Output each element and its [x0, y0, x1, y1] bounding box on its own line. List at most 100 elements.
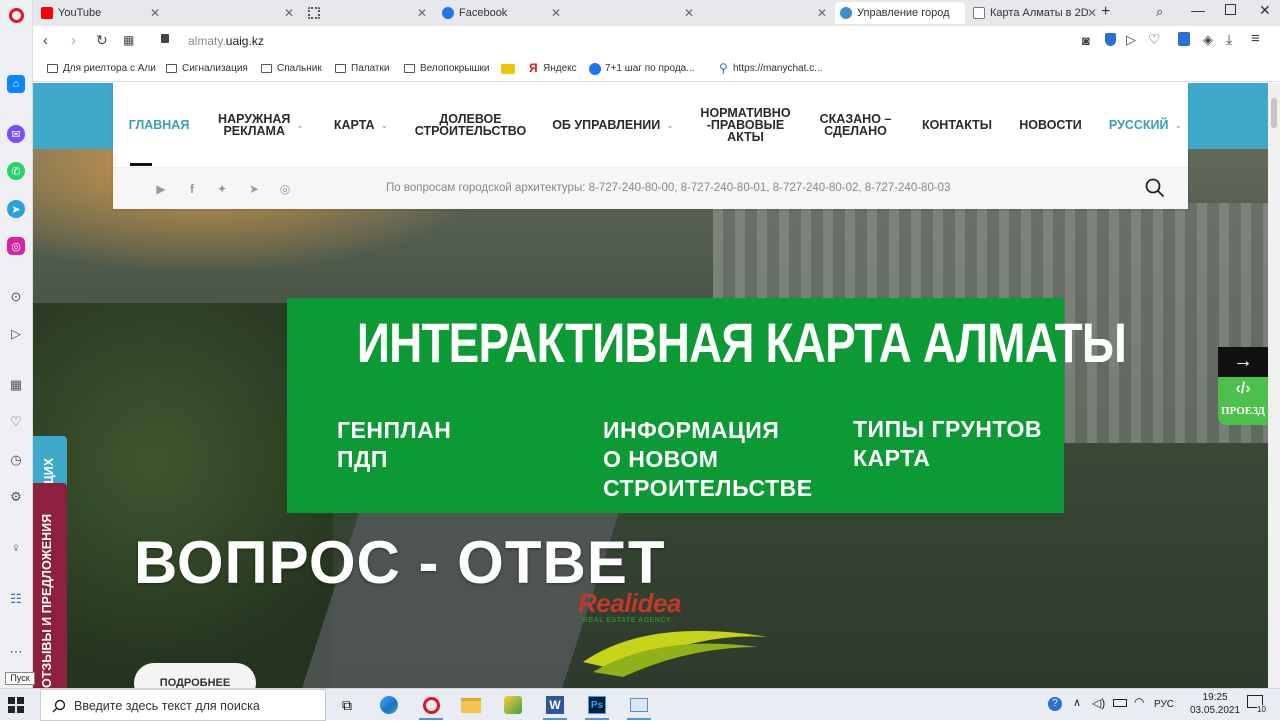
- whatsapp-icon[interactable]: ✆: [7, 162, 25, 180]
- heart-icon[interactable]: ♡: [8, 414, 24, 430]
- nav-home[interactable]: ГЛАВНАЯ: [123, 83, 195, 167]
- facebook-icon[interactable]: f: [184, 181, 200, 197]
- menu-icon[interactable]: ≡: [1251, 30, 1260, 47]
- url-field[interactable]: almaty.uaig.kz: [188, 34, 264, 48]
- bookmark-folder[interactable]: Спальник: [261, 62, 322, 76]
- tab-grid[interactable]: ✕: [303, 2, 433, 24]
- tab-uaig[interactable]: Управление город: [835, 2, 965, 24]
- edge-icon[interactable]: [374, 693, 404, 717]
- new-tab-icon[interactable]: +: [1101, 3, 1110, 21]
- search-icon[interactable]: [1145, 178, 1165, 198]
- bookmark-folder[interactable]: Сигнализация: [166, 62, 248, 76]
- opera-icon[interactable]: [416, 693, 446, 720]
- telegram-icon[interactable]: ➤: [246, 181, 262, 197]
- tray-chevron-icon[interactable]: ∧: [1073, 696, 1081, 709]
- nav-about[interactable]: ОБ УПРАВЛЕНИИ ⌄: [548, 83, 678, 167]
- speed-dial-icon[interactable]: ▦: [8, 377, 24, 393]
- send-icon[interactable]: ▷: [1126, 32, 1136, 48]
- minimize-icon[interactable]: —: [1191, 2, 1205, 18]
- page-scrollbar[interactable]: [1268, 83, 1280, 688]
- instagram-icon[interactable]: ◎: [277, 181, 293, 197]
- bookmark-manychat[interactable]: ⚲ https://manychat.c...: [717, 61, 822, 76]
- translate-icon[interactable]: ☷: [8, 591, 24, 607]
- telegram-icon[interactable]: ➤: [7, 200, 25, 218]
- bookmark-folder[interactable]: Палатки: [335, 62, 389, 76]
- volume-icon[interactable]: ◁): [1092, 696, 1105, 710]
- taskbar-search[interactable]: Введите здесь текст для поиска: [40, 689, 326, 721]
- tab-blank[interactable]: ✕: [170, 2, 300, 24]
- proezd-button[interactable]: ‹/› ПРОЕЗД: [1218, 377, 1268, 425]
- tabs-grid-icon[interactable]: ▦: [123, 33, 134, 47]
- task-view-icon[interactable]: ⧉: [332, 693, 362, 717]
- lightbulb-icon[interactable]: ♀: [8, 539, 24, 555]
- home-icon[interactable]: ⌂: [7, 75, 25, 93]
- scroll-thumb[interactable]: [1271, 98, 1277, 128]
- twitter-icon[interactable]: ✦: [214, 181, 230, 197]
- send-icon[interactable]: ▷: [8, 326, 24, 342]
- bookmark-icon-only[interactable]: [501, 64, 515, 74]
- vpn-shield-icon[interactable]: [1105, 33, 1116, 46]
- player-icon[interactable]: ⊙: [8, 289, 24, 305]
- nav-news[interactable]: НОВОСТИ: [1013, 83, 1088, 167]
- tab-facebook[interactable]: Facebook ✕: [437, 2, 567, 24]
- nav-contacts[interactable]: КОНТАКТЫ: [913, 83, 1001, 167]
- bookmark-facebook[interactable]: 7+1 шаг по прода...: [589, 62, 695, 76]
- word-icon[interactable]: W: [540, 693, 570, 720]
- tab-map-2d[interactable]: Карта Алматы в 2D ✕: [968, 2, 1103, 24]
- close-icon[interactable]: ✕: [551, 2, 561, 24]
- close-icon[interactable]: ✕: [284, 2, 294, 24]
- window-close-icon[interactable]: ✕: [1259, 2, 1271, 19]
- next-arrow-button[interactable]: →: [1218, 347, 1268, 377]
- settings-icon[interactable]: ⚙: [8, 489, 24, 505]
- close-icon[interactable]: ✕: [1087, 2, 1097, 24]
- nav-outdoor-ads[interactable]: НАРУЖНАЯ РЕКЛАМА ⌄: [211, 83, 311, 167]
- clock[interactable]: 19:25 03.05.2021: [1190, 691, 1240, 717]
- restore-icon[interactable]: [1225, 4, 1236, 15]
- camera-icon[interactable]: ◙: [1082, 33, 1090, 48]
- bookmark-yandex[interactable]: Я Яндекс: [527, 61, 577, 76]
- banner-link-genplan[interactable]: ГЕНПЛАН ПДП: [337, 416, 451, 474]
- forward-icon[interactable]: ›: [71, 32, 76, 49]
- bookmark-folder[interactable]: Велопокрышки: [404, 62, 490, 76]
- close-icon[interactable]: ✕: [417, 2, 427, 24]
- feedback-tab[interactable]: ОТЗЫВЫ И ПРЕДЛОЖЕНИЯ: [33, 483, 67, 688]
- history-icon[interactable]: ◷: [8, 452, 24, 468]
- more-button[interactable]: ПОДРОБНЕЕ: [134, 663, 256, 688]
- messenger-icon[interactable]: ✉: [7, 125, 25, 143]
- wifi-icon[interactable]: ◠: [1134, 695, 1144, 709]
- photoshop-icon[interactable]: Ps: [582, 693, 612, 720]
- language-select[interactable]: РУССКИЙ ⌄: [1103, 83, 1188, 167]
- nav-legal-acts[interactable]: НОРМАТИВНО -ПРАВОВЫЕ АКТЫ: [693, 83, 798, 167]
- language-indicator[interactable]: РУС: [1154, 699, 1174, 710]
- nav-shared-construction[interactable]: ДОЛЕВОЕ СТРОИТЕЛЬСТВО: [408, 83, 533, 167]
- window-app-icon[interactable]: [624, 693, 654, 720]
- tab-blank-2[interactable]: ✕: [570, 2, 700, 24]
- search-tabs-icon[interactable]: ⌕: [1156, 4, 1163, 20]
- bookmark-folder[interactable]: Для риелтора с Али: [47, 62, 156, 76]
- translate-icon[interactable]: [1178, 32, 1190, 46]
- banner-link-new-construction[interactable]: ИНФОРМАЦИЯ О НОВОМ СТРОИТЕЛЬСТВЕ: [603, 416, 813, 503]
- close-icon[interactable]: ✕: [684, 2, 694, 24]
- reload-icon[interactable]: ↻: [96, 32, 108, 49]
- app-icon[interactable]: [498, 693, 528, 717]
- help-icon[interactable]: ?: [1048, 697, 1062, 711]
- tab-youtube[interactable]: YouTube ✕: [36, 2, 166, 24]
- instagram-icon[interactable]: ◎: [7, 237, 25, 255]
- close-icon[interactable]: ✕: [150, 2, 160, 24]
- banner-link-soil-types[interactable]: ТИПЫ ГРУНТОВ КАРТА: [853, 415, 1042, 473]
- cube-icon[interactable]: ◈: [1203, 32, 1213, 48]
- youtube-icon[interactable]: ▶: [153, 181, 169, 197]
- nav-said-done[interactable]: СКАЗАНО – СДЕЛАНО: [813, 83, 898, 167]
- opera-logo-icon[interactable]: [9, 8, 24, 23]
- nav-map[interactable]: КАРТА ⌄: [325, 83, 397, 167]
- heart-icon[interactable]: ♡: [1148, 31, 1161, 48]
- battery-icon[interactable]: [1113, 699, 1127, 707]
- interactive-map-banner[interactable]: ИНТЕРАКТИВНАЯ КАРТА АЛМАТЫ ГЕНПЛАН ПДП И…: [287, 298, 1127, 513]
- close-icon[interactable]: ✕: [817, 2, 827, 24]
- download-icon[interactable]: ⤓: [1226, 31, 1232, 48]
- back-icon[interactable]: ‹: [43, 32, 48, 49]
- file-explorer-icon[interactable]: [456, 693, 486, 717]
- tab-blank-3[interactable]: ✕: [703, 2, 833, 24]
- windows-start-icon[interactable]: [8, 697, 24, 713]
- more-icon[interactable]: ⋯: [8, 644, 24, 660]
